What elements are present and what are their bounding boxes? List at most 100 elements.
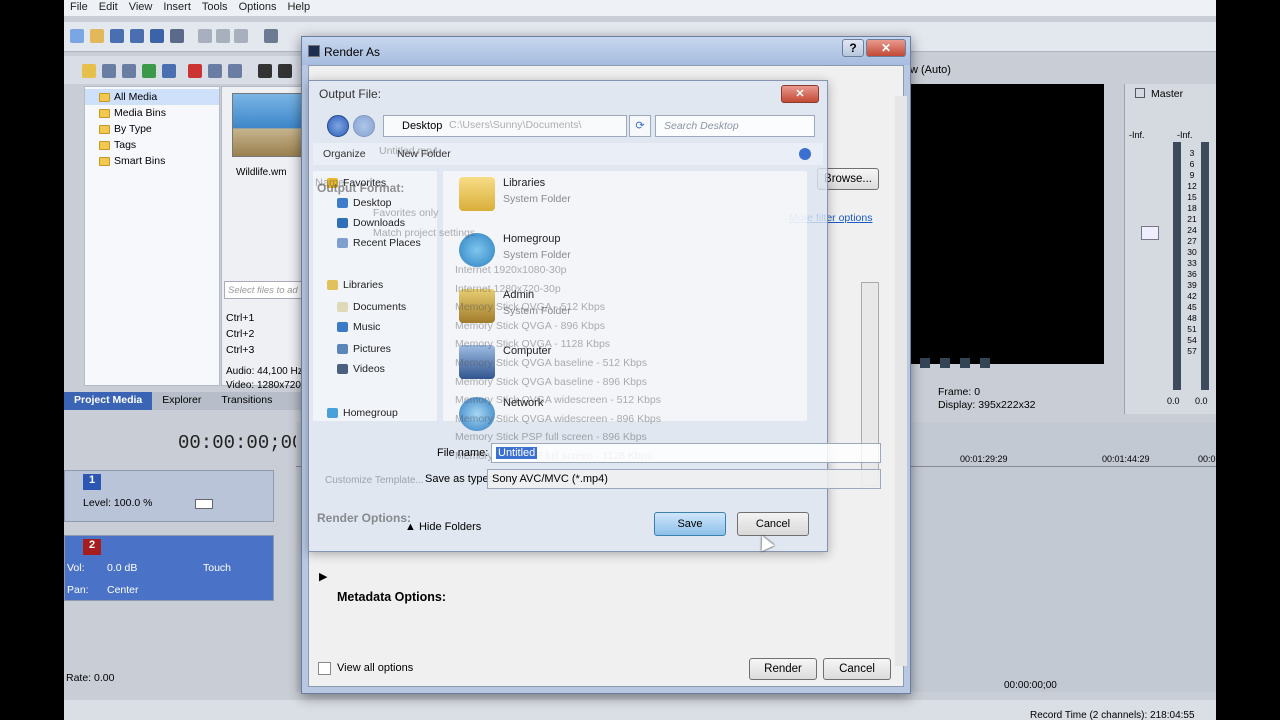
hide-folders-toggle[interactable]: ▲ Hide Folders — [405, 521, 481, 533]
next-frame-icon[interactable] — [980, 358, 990, 368]
save-as-icon[interactable] — [130, 29, 144, 43]
views-icon[interactable] — [228, 64, 242, 78]
ghost-template-item: Memory Stick QVGA - 512 Kbps — [455, 301, 605, 314]
tab-explorer[interactable]: Explorer — [152, 392, 211, 410]
refresh-icon[interactable] — [142, 64, 156, 78]
search-desktop-input[interactable]: Search Desktop — [655, 115, 815, 137]
help-circle-icon[interactable] — [799, 148, 811, 160]
nav-libraries[interactable]: Libraries — [327, 279, 383, 291]
close-button[interactable]: ✕ — [866, 39, 906, 57]
nav-homegroup[interactable]: Homegroup — [327, 407, 398, 419]
expand-arrow-icon[interactable]: ▶ — [319, 570, 327, 583]
tab-project-media[interactable]: Project Media — [64, 392, 153, 410]
media-fx-icon[interactable] — [208, 64, 222, 78]
menu-help[interactable]: Help — [283, 0, 317, 16]
help-button[interactable]: ? — [842, 39, 864, 57]
ghost-template-item: Memory Stick QVGA baseline - 512 Kbps — [455, 356, 647, 369]
video-preview — [904, 84, 1104, 364]
render-as-icon[interactable] — [150, 29, 164, 43]
import-icon[interactable] — [102, 64, 116, 78]
save-cancel-button[interactable]: Cancel — [737, 512, 809, 536]
mixer-title: Master — [1151, 88, 1184, 100]
folder-icon — [99, 140, 110, 150]
video-track-header: 1 Level: 100.0 % — [64, 470, 274, 522]
mixer-right-inf: -Inf. — [1177, 130, 1193, 140]
properties-icon[interactable] — [170, 29, 184, 43]
nav-pictures[interactable]: Pictures — [337, 343, 391, 355]
meter-tick: 27 — [1187, 236, 1197, 246]
ghost-folder-path: C:\Users\Sunny\Documents\ — [449, 119, 582, 131]
media-pane: Wildlife.wm Select files to ad — [221, 86, 303, 386]
ruler-mark-2: 00:01:44:29 — [1102, 454, 1150, 464]
tab-transitions[interactable]: Transitions — [211, 392, 282, 410]
mixer-left-inf: -Inf. — [1129, 130, 1145, 140]
render-scrollbar[interactable] — [895, 96, 907, 666]
undo-icon[interactable] — [264, 29, 278, 43]
cut-icon[interactable] — [198, 29, 212, 43]
shortcut-3: Ctrl+3 — [226, 344, 255, 356]
level-slider[interactable] — [195, 499, 213, 509]
capture-icon[interactable] — [122, 64, 136, 78]
menu-tools[interactable]: Tools — [198, 0, 235, 16]
file-name-input[interactable]: Untitled — [491, 443, 881, 463]
stop-preview-icon[interactable] — [940, 358, 950, 368]
remove-icon[interactable] — [188, 64, 202, 78]
back-icon[interactable] — [327, 115, 349, 137]
paste-icon[interactable] — [234, 29, 248, 43]
desktop-icon — [337, 198, 348, 208]
play-icon[interactable] — [258, 64, 272, 78]
open-icon[interactable] — [90, 29, 104, 43]
render-cancel-button[interactable]: Cancel — [823, 658, 891, 680]
render-button[interactable]: Render — [749, 658, 817, 680]
menu-bar: File Edit View Insert Tools Options Help — [64, 0, 1216, 16]
tree-item-media-bins[interactable]: Media Bins — [85, 105, 219, 121]
status-bar: Record Time (2 channels): 218:04:55 — [64, 700, 1216, 720]
nav-music[interactable]: Music — [337, 321, 380, 333]
menu-file[interactable]: File — [66, 0, 95, 16]
automation-mode[interactable]: Touch — [203, 562, 231, 574]
menu-insert[interactable]: Insert — [159, 0, 198, 16]
menu-edit[interactable]: Edit — [95, 0, 125, 16]
save-button[interactable]: Save — [654, 512, 726, 536]
new-project-icon[interactable] — [70, 29, 84, 43]
meter-tick: 3 — [1189, 148, 1195, 158]
pause-icon[interactable] — [920, 358, 930, 368]
explorer-toolbar — [64, 56, 304, 84]
save-file-dialog: Output File: ✕ Desktop ⟳ Search Desktop … — [308, 80, 881, 552]
copy-icon[interactable] — [216, 29, 230, 43]
view-all-checkbox[interactable] — [318, 662, 331, 675]
meter-tick: 30 — [1187, 247, 1197, 257]
bin-icon[interactable] — [82, 64, 96, 78]
media-search-input[interactable]: Select files to ad — [224, 281, 302, 299]
stop-icon[interactable] — [278, 64, 292, 78]
save-close-button[interactable]: ✕ — [781, 85, 819, 103]
search-media-icon[interactable] — [162, 64, 176, 78]
prev-frame-icon[interactable] — [960, 358, 970, 368]
tree-item-smart-bins[interactable]: Smart Bins — [85, 153, 219, 169]
nav-videos[interactable]: Videos — [337, 363, 385, 375]
ghost-template-item: Internet 1920x1080-30p — [455, 264, 567, 276]
libraries-icon — [327, 280, 338, 290]
metadata-options-label[interactable]: Metadata Options: — [337, 590, 446, 604]
master-fader[interactable] — [1141, 226, 1159, 240]
meter-tick: 42 — [1187, 291, 1197, 301]
tree-item-by-type[interactable]: By Type — [85, 121, 219, 137]
tree-item-tags[interactable]: Tags — [85, 137, 219, 153]
meter-tick: 24 — [1187, 225, 1197, 235]
menu-options[interactable]: Options — [235, 0, 284, 16]
refresh-address-icon[interactable]: ⟳ — [629, 115, 651, 137]
tree-item-all-media[interactable]: All Media — [85, 89, 219, 105]
ghost-render-options: Render Options: — [317, 511, 412, 525]
ghost-output-format: Output Format: — [317, 181, 405, 195]
forward-icon[interactable] — [353, 115, 375, 137]
nav-documents[interactable]: Documents — [337, 301, 406, 313]
preview-mode[interactable]: w (Auto) — [910, 64, 951, 76]
media-thumbnail[interactable] — [232, 93, 302, 157]
file-name-label: File name: — [437, 447, 489, 459]
recent-places-icon — [337, 238, 348, 248]
save-icon[interactable] — [110, 29, 124, 43]
organize-button[interactable]: Organize — [323, 148, 366, 160]
save-type-select[interactable]: Sony AVC/MVC (*.mp4) — [487, 469, 881, 489]
file-item-libraries[interactable]: Libraries System Folder — [459, 177, 571, 211]
menu-view[interactable]: View — [125, 0, 160, 16]
